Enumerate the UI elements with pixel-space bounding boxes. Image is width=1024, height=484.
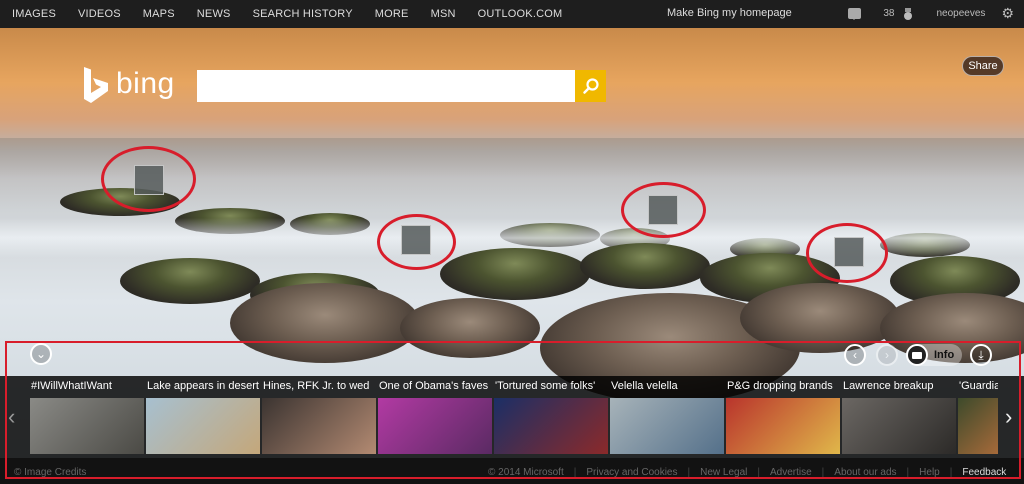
rock bbox=[120, 258, 260, 304]
scope-nav: IMAGES VIDEOS MAPS NEWS SEARCH HISTORY M… bbox=[0, 8, 584, 20]
magnifier-icon bbox=[582, 78, 599, 94]
annotation-circle bbox=[101, 146, 196, 212]
search-input[interactable] bbox=[197, 70, 575, 102]
username[interactable]: neopeeves bbox=[937, 8, 986, 19]
annotation-circle bbox=[377, 214, 456, 270]
nav-outlook[interactable]: OUTLOOK.COM bbox=[478, 8, 563, 20]
nav-search-history[interactable]: SEARCH HISTORY bbox=[253, 8, 353, 20]
rock bbox=[580, 243, 710, 289]
make-homepage-link[interactable]: Make Bing my homepage bbox=[667, 7, 792, 19]
rock bbox=[440, 248, 590, 300]
medal-icon[interactable] bbox=[903, 7, 913, 20]
nav-maps[interactable]: MAPS bbox=[143, 8, 175, 20]
bing-logo[interactable]: bing bbox=[82, 66, 175, 103]
reward-count[interactable]: 38 bbox=[883, 8, 894, 19]
share-button[interactable]: Share bbox=[962, 56, 1004, 76]
chat-icon[interactable] bbox=[848, 8, 862, 20]
nav-msn[interactable]: MSN bbox=[431, 8, 456, 20]
nav-videos[interactable]: VIDEOS bbox=[78, 8, 121, 20]
nav-news[interactable]: NEWS bbox=[197, 8, 231, 20]
annotation-circle bbox=[806, 223, 888, 283]
carousel-controls: ⌄ ‹ › ⤓ bbox=[0, 314, 1024, 366]
search-button[interactable] bbox=[575, 70, 606, 102]
top-navigation-bar: IMAGES VIDEOS MAPS NEWS SEARCH HISTORY M… bbox=[0, 0, 1024, 28]
account-tools: 38 neopeeves ⚙ bbox=[848, 5, 1014, 22]
bing-mark-icon bbox=[82, 66, 110, 103]
logo-text: bing bbox=[116, 67, 175, 100]
annotation-circle bbox=[621, 182, 706, 238]
nav-more[interactable]: MORE bbox=[375, 8, 409, 20]
annotation-rectangle bbox=[5, 341, 1021, 479]
gear-icon[interactable]: ⚙ bbox=[1001, 5, 1014, 22]
nav-images[interactable]: IMAGES bbox=[12, 8, 56, 20]
